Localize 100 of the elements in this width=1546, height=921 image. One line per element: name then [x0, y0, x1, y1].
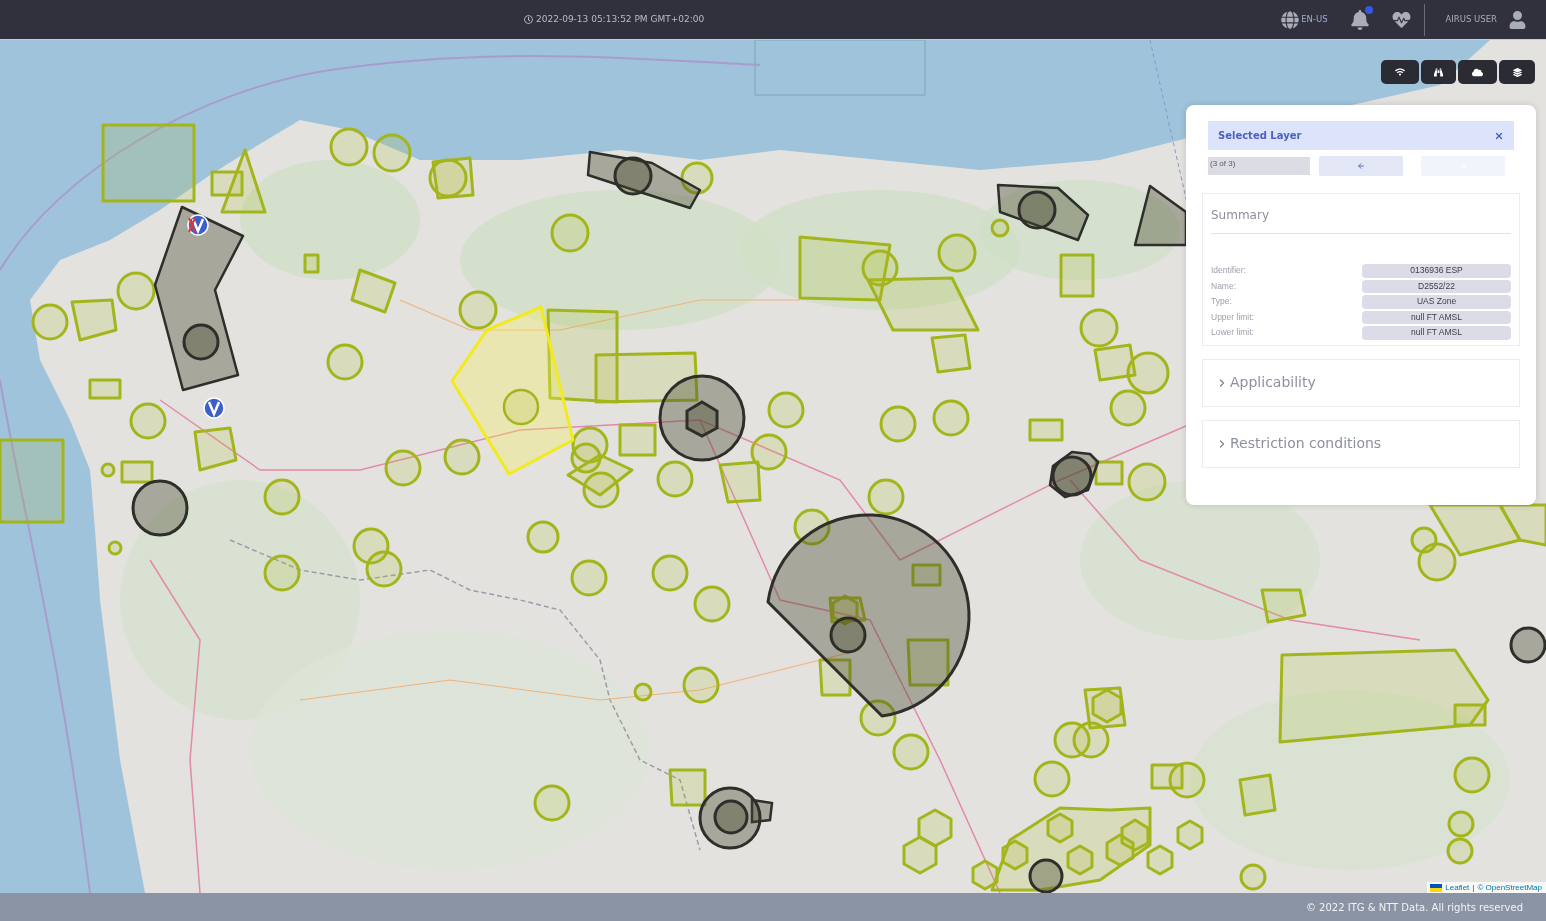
zone-circle [428, 158, 468, 198]
zone-circle [131, 479, 189, 537]
leaflet-link[interactable]: Leaflet [1445, 881, 1470, 894]
zone-polygon [1133, 184, 1188, 247]
zone-circle [1168, 761, 1206, 799]
zone-polygon [818, 658, 852, 697]
zone-circle [1446, 837, 1474, 865]
zone-circle [990, 218, 1010, 238]
zone-polygon [902, 835, 938, 875]
field-label: Name: [1211, 279, 1237, 293]
zone-polygon [668, 768, 707, 807]
zone-circle [1447, 810, 1475, 838]
zone-circle [892, 733, 930, 771]
zone-circle [116, 271, 156, 311]
bell-icon [1350, 9, 1369, 30]
zone-circle [1127, 462, 1167, 502]
zone-circle [613, 156, 653, 196]
zone-circle [682, 666, 720, 704]
pager-text: (3 of 3) [1208, 157, 1310, 175]
section-header[interactable]: Restriction conditions [1202, 419, 1520, 468]
ukraine-flag-icon [1430, 883, 1443, 892]
zone-circle [263, 554, 301, 592]
layers-icon [1512, 67, 1522, 77]
zone-circle [550, 213, 590, 253]
zone-circle [365, 550, 403, 588]
zone-circle [861, 249, 899, 287]
zone-circle [680, 161, 714, 195]
zone-polygon [70, 298, 118, 342]
zone-circle [107, 540, 123, 556]
openstreetmap-link[interactable]: © OpenStreetMap [1477, 881, 1542, 894]
zone-circle [633, 682, 653, 702]
zone-circle [867, 478, 905, 516]
field-value: null FT AMSL [1362, 326, 1511, 340]
zone-circle [570, 559, 608, 597]
cloud-icon [1472, 67, 1483, 77]
zone-circle [1453, 756, 1491, 794]
zone-circle [502, 388, 540, 426]
zone-polygon [917, 808, 953, 848]
zone-polygon [88, 378, 122, 400]
zone-circle [932, 399, 970, 437]
weather-button[interactable] [1458, 60, 1497, 84]
zone-circle [526, 520, 560, 554]
clock-icon [524, 15, 533, 24]
map-marker-icon[interactable] [187, 214, 209, 236]
separator-text: | [1472, 881, 1475, 894]
field-label: Lower limit: [1211, 326, 1254, 340]
zone-polygon [120, 460, 154, 484]
wifi-icon [1395, 67, 1405, 77]
health-status-button[interactable] [1391, 9, 1412, 30]
zone-polygon [1028, 418, 1064, 442]
zone-circle [1126, 351, 1170, 395]
zone-circle [651, 554, 689, 592]
notifications-button[interactable] [1349, 8, 1370, 31]
field-label: Identifier: [1211, 264, 1246, 278]
copyright-text: © 2022 ITG & NTT Data. All rights reserved [1305, 900, 1523, 915]
field-value: null FT AMSL [1362, 310, 1511, 324]
close-icon [1494, 130, 1504, 141]
map-marker-icon[interactable] [203, 397, 225, 419]
field-value: UAS Zone [1362, 295, 1511, 309]
zone-polygon [718, 460, 762, 504]
summary-title: Summary [1211, 206, 1511, 234]
globe-icon [1281, 10, 1300, 29]
timestamp-text: 2022-09-13 05:13:52 PM GMT+02:00 [536, 12, 705, 26]
zone-circle [1051, 455, 1093, 497]
field-label: Type: [1211, 295, 1232, 309]
zone-circle [1410, 526, 1438, 554]
zone-polygon [1238, 773, 1277, 817]
zone-circle [372, 133, 412, 173]
zone-circle [1079, 308, 1119, 348]
zone-circle [263, 478, 301, 516]
section-header[interactable]: Applicability [1202, 358, 1520, 407]
field-value: D2552/22 [1362, 279, 1511, 293]
field-label: Upper limit: [1211, 310, 1254, 324]
zone-circle [31, 303, 69, 341]
zone-circle [750, 433, 788, 471]
zone-circle [570, 442, 602, 474]
zone-circle [384, 449, 422, 487]
connectivity-button[interactable] [1381, 60, 1419, 84]
zone-circle [1109, 389, 1147, 427]
zone-polygon [431, 156, 475, 200]
zone-circle [458, 290, 498, 330]
left-arrow-icon [1357, 162, 1365, 170]
zone-circle [1239, 863, 1267, 891]
zone-circle [1072, 721, 1110, 759]
zone-circle [1017, 190, 1057, 230]
user-icon [1509, 10, 1526, 29]
language-button[interactable]: EN-US [1281, 10, 1328, 29]
zone-circle [329, 127, 369, 167]
zone-polygon [1260, 588, 1307, 624]
zone-circle [879, 405, 917, 443]
close-button[interactable] [1494, 130, 1504, 141]
zone-polygon [1059, 253, 1095, 298]
binoculars-button[interactable] [1421, 60, 1456, 84]
zone-polygon [1091, 688, 1123, 724]
binoculars-icon [1434, 67, 1443, 77]
zone-polygon [1176, 819, 1204, 851]
user-menu-button[interactable]: AIRUS USER [1424, 10, 1546, 29]
field-value: 0136936 ESP [1362, 264, 1511, 278]
zone-polygon [350, 268, 397, 314]
layers-button[interactable] [1499, 60, 1535, 84]
